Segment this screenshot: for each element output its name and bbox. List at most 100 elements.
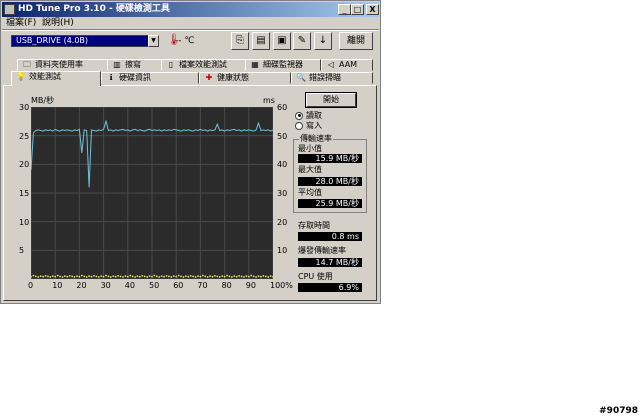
tab-folder-usage[interactable]: 🗀 資料夾使用率 — [17, 59, 115, 71]
chart-svg — [31, 107, 273, 279]
access-time-point — [136, 275, 139, 278]
min-label: 最小值 — [298, 144, 322, 153]
tab-file-benchmark[interactable]: ▯ 檔案效能測試 — [161, 59, 251, 71]
close-button[interactable]: X — [366, 4, 379, 15]
max-value: 28.0 MB/秒 — [298, 177, 362, 186]
access-time-point — [264, 275, 267, 278]
access-time-point — [168, 275, 170, 278]
access-time-point — [85, 276, 88, 278]
access-time-point — [153, 274, 156, 277]
transfer-rate-title: 傳輸速率 — [299, 134, 333, 143]
access-time-point — [119, 275, 122, 278]
tab-health[interactable]: ✚ 健康狀態 — [199, 72, 291, 84]
access-time-point — [90, 275, 93, 278]
access-time-point — [109, 276, 112, 278]
access-time-point — [245, 275, 248, 278]
x-tick-label: 0 — [28, 281, 34, 290]
write-label: 寫入 — [306, 121, 322, 130]
tab-error-scan[interactable]: 🔍 錯誤掃瞄 — [291, 72, 373, 84]
drive-select[interactable]: USB_DRIVE (4.0B) — [11, 35, 159, 47]
access-time-point — [151, 275, 153, 278]
window-title: HD Tune Pro 3.10 - 硬碟檢測工具 — [18, 4, 170, 14]
x-tick-label: 40 — [124, 281, 135, 290]
down-arrow-icon: ↓ — [318, 35, 328, 46]
tab-benchmark[interactable]: 💡 效能測試 — [11, 71, 101, 86]
access-time-point — [238, 274, 241, 277]
access-time-point — [71, 275, 74, 278]
access-time-point — [143, 275, 146, 278]
y-left-tick-label: 30 — [19, 103, 30, 112]
access-time-point — [49, 276, 52, 278]
maximize-button[interactable]: □ — [351, 4, 364, 15]
save-button[interactable]: ▣ — [273, 32, 291, 50]
exit-button[interactable]: 離開 — [339, 32, 373, 50]
tab-info[interactable]: ℹ 硬碟資訊 — [101, 72, 199, 84]
avg-value: 25.9 MB/秒 — [298, 199, 362, 208]
minimize-button[interactable]: _ — [338, 4, 351, 15]
trash-icon: ▥ — [113, 60, 121, 69]
access-time-point — [206, 276, 209, 278]
write-radio[interactable]: 寫入 — [295, 121, 322, 130]
x-tick-label: 50 — [149, 281, 160, 290]
access-time-point — [252, 275, 255, 278]
menu-file[interactable]: 檔案(F) — [6, 17, 36, 29]
copy-screenshot-button[interactable]: ▤ — [252, 32, 270, 50]
access-time-point — [221, 275, 224, 278]
tab-aam[interactable]: ◁ AAM — [321, 59, 373, 71]
burst-rate-value: 14.7 MB/秒 — [298, 258, 362, 267]
start-button[interactable]: 開始 — [305, 92, 357, 108]
access-time-point — [158, 276, 161, 278]
access-time-point — [59, 275, 61, 278]
avg-label: 平均值 — [298, 188, 322, 197]
access-time-point — [163, 275, 166, 278]
access-time-point — [114, 275, 117, 278]
access-time-point — [146, 276, 149, 278]
tab-erase[interactable]: ▥ 擦寫 — [107, 59, 167, 71]
y-right-tick-label: 20 — [277, 217, 288, 227]
access-time-point — [230, 276, 233, 278]
access-time-point — [51, 275, 54, 278]
access-time-point — [199, 275, 202, 278]
access-time-point — [97, 276, 100, 278]
access-time-point — [95, 275, 98, 278]
max-label: 最大值 — [298, 165, 322, 174]
options-button[interactable]: ✎ — [293, 32, 311, 50]
y-left-tick-label: 25 — [19, 131, 30, 141]
access-time-point — [124, 275, 127, 278]
menu-help[interactable]: 說明(H) — [42, 17, 74, 29]
x-tick-label: 10 — [52, 281, 63, 290]
access-time-point — [39, 275, 42, 278]
tab-disk-monitor[interactable]: ▦ 細碟監視器 — [245, 59, 321, 71]
access-time-point — [126, 275, 129, 278]
access-time-label: 存取時間 — [298, 221, 330, 230]
y-right-tick-label: 30 — [277, 189, 288, 198]
y-right-tick-label: 50 — [277, 131, 288, 141]
access-time-point — [117, 274, 120, 277]
access-time-point — [63, 275, 66, 278]
x-tick-label: 100% — [270, 281, 293, 290]
y-left-tick-label: 15 — [19, 189, 30, 198]
access-time-point — [78, 275, 81, 278]
tab-label: 資料夾使用率 — [35, 60, 83, 69]
access-time-point — [209, 275, 211, 278]
access-time-point — [83, 275, 86, 278]
y-left-tick-label: 5 — [19, 246, 25, 256]
access-time-point — [240, 275, 243, 278]
read-radio[interactable]: 讀取 — [295, 111, 322, 120]
access-time-point — [88, 275, 90, 278]
access-time-point — [129, 274, 132, 277]
access-time-point — [180, 275, 182, 278]
access-time-point — [34, 275, 37, 278]
y-left-tick-label: 20 — [19, 160, 30, 170]
access-time-point — [160, 275, 163, 278]
access-time-point — [37, 276, 40, 278]
x-tick-label: 30 — [100, 281, 111, 290]
access-time-point — [182, 276, 185, 278]
radio-selected-icon — [295, 111, 303, 120]
copy-text-button[interactable]: ⎘ — [231, 32, 249, 50]
read-label: 讀取 — [306, 111, 322, 120]
chevron-down-icon[interactable]: ▼ — [148, 35, 159, 47]
download-button[interactable]: ↓ — [314, 32, 332, 50]
health-cross-icon: ✚ — [205, 73, 213, 82]
tab-label: 檔案效能測試 — [179, 60, 227, 69]
